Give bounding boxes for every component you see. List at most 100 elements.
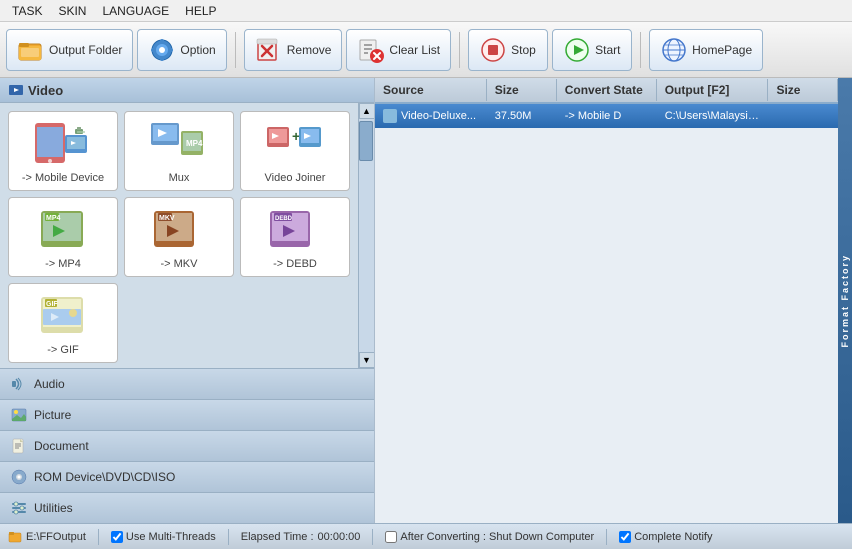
use-multi-threads-text: Use Multi-Threads <box>126 531 216 543</box>
td-source: Video-Deluxe... <box>375 107 487 125</box>
remove-button[interactable]: Remove <box>244 29 343 71</box>
after-converting-checkbox[interactable] <box>385 531 397 543</box>
homepage-icon <box>660 36 688 64</box>
format-factory-tab: Format Factory <box>838 78 852 523</box>
elapsed-time-section: Elapsed Time : 00:00:00 <box>241 531 361 543</box>
rom-label: ROM Device\DVD\CD\ISO <box>34 470 175 484</box>
mobile-device-label: -> Mobile Device <box>22 172 104 184</box>
audio-label: Audio <box>34 377 65 391</box>
grid-item-mp4[interactable]: MP4 -> MP4 <box>8 197 118 277</box>
menu-task[interactable]: TASK <box>4 2 50 20</box>
video-grid-scrollbar[interactable]: ▲ ▼ <box>358 103 374 368</box>
output-path-icon <box>8 530 22 544</box>
complete-notify-label[interactable]: Complete Notify <box>619 531 712 543</box>
row-file-icon <box>383 109 397 123</box>
left-panel: Video <box>0 78 375 523</box>
document-icon <box>10 437 28 455</box>
grid-item-gif[interactable]: GIF -> GIF <box>8 283 118 363</box>
status-bar: E:\FFOutput Use Multi-Threads Elapsed Ti… <box>0 523 852 549</box>
stop-icon <box>479 36 507 64</box>
side-nav: Audio Picture <box>0 368 374 523</box>
complete-notify-text: Complete Notify <box>634 531 712 543</box>
status-sep-4 <box>606 529 607 545</box>
video-joiner-icon: + <box>265 118 325 168</box>
nav-utilities[interactable]: Utilities <box>0 492 374 523</box>
toolbar-separator-3 <box>640 32 641 68</box>
svg-text:MKV: MKV <box>159 215 175 222</box>
grid-item-mobile-device[interactable]: -> Mobile Device <box>8 111 118 191</box>
th-output: Output [F2] <box>657 79 769 101</box>
menu-bar: TASK SKIN LANGUAGE HELP <box>0 0 852 22</box>
elapsed-value: 00:00:00 <box>318 531 361 543</box>
status-sep-1 <box>98 529 99 545</box>
stop-label: Stop <box>511 43 536 57</box>
after-converting-text: After Converting : Shut Down Computer <box>400 531 594 543</box>
td-size2 <box>768 114 838 118</box>
gif-icon: GIF <box>33 290 93 340</box>
nav-rom[interactable]: ROM Device\DVD\CD\ISO <box>0 461 374 492</box>
th-size2: Size <box>768 79 838 101</box>
table-row[interactable]: Video-Deluxe... 37.50M -> Mobile D C:\Us… <box>375 104 838 128</box>
option-label: Option <box>180 43 215 57</box>
homepage-label: HomePage <box>692 43 752 57</box>
start-button[interactable]: Start <box>552 29 632 71</box>
td-size: 37.50M <box>487 108 557 124</box>
toolbar-separator-1 <box>235 32 236 68</box>
th-source: Source <box>375 79 487 101</box>
svg-text:DEBD: DEBD <box>275 216 293 222</box>
start-icon <box>563 36 591 64</box>
right-wrapper: Source Size Convert State Output [F2] Si… <box>375 78 852 523</box>
output-path-value: E:\FFOutput <box>26 531 86 543</box>
grid-item-mkv[interactable]: MKV -> MKV <box>124 197 234 277</box>
stop-button[interactable]: Stop <box>468 29 548 71</box>
grid-item-mux[interactable]: MP4 Mux <box>124 111 234 191</box>
svg-text:+: + <box>292 128 300 144</box>
status-sep-2 <box>228 529 229 545</box>
table-header: Source Size Convert State Output [F2] Si… <box>375 78 838 104</box>
output-folder-button[interactable]: Output Folder <box>6 29 133 71</box>
clear-list-icon <box>357 36 385 64</box>
utilities-label: Utilities <box>34 501 73 515</box>
nav-document[interactable]: Document <box>0 430 374 461</box>
nav-audio[interactable]: Audio <box>0 368 374 399</box>
audio-icon <box>10 375 28 393</box>
nav-picture[interactable]: Picture <box>0 399 374 430</box>
td-convert-state: -> Mobile D <box>557 108 657 124</box>
mkv-label: -> MKV <box>161 258 198 270</box>
start-label: Start <box>595 43 620 57</box>
mux-icon: MP4 <box>149 118 209 168</box>
use-multi-threads-label[interactable]: Use Multi-Threads <box>111 531 216 543</box>
menu-language[interactable]: LANGUAGE <box>94 2 177 20</box>
menu-help[interactable]: HELP <box>177 2 224 20</box>
after-converting-label[interactable]: After Converting : Shut Down Computer <box>385 531 594 543</box>
elapsed-label: Elapsed Time : <box>241 531 314 543</box>
main-content: Video <box>0 78 852 523</box>
output-folder-label: Output Folder <box>49 43 122 57</box>
use-multi-threads-checkbox[interactable] <box>111 531 123 543</box>
right-panel: Source Size Convert State Output [F2] Si… <box>375 78 838 523</box>
svg-text:MP4: MP4 <box>186 139 203 148</box>
th-size: Size <box>487 79 557 101</box>
menu-skin[interactable]: SKIN <box>50 2 94 20</box>
debd-label: -> DEBD <box>273 258 317 270</box>
toolbar: Output Folder Option <box>0 22 852 78</box>
document-label: Document <box>34 439 89 453</box>
complete-notify-checkbox[interactable] <box>619 531 631 543</box>
scroll-thumb[interactable] <box>359 121 373 161</box>
video-joiner-label: Video Joiner <box>265 172 326 184</box>
grid-item-debd[interactable]: DEBD -> DEBD <box>240 197 350 277</box>
clear-list-button[interactable]: Clear List <box>346 29 451 71</box>
picture-icon <box>10 406 28 424</box>
homepage-button[interactable]: HomePage <box>649 29 763 71</box>
scroll-down-arrow[interactable]: ▼ <box>359 352 375 368</box>
output-folder-icon <box>17 36 45 64</box>
option-button[interactable]: Option <box>137 29 226 71</box>
rom-icon <box>10 468 28 486</box>
grid-item-video-joiner[interactable]: + Video Joiner <box>240 111 350 191</box>
td-output: C:\Users\Malaysia... <box>657 108 769 124</box>
mux-label: Mux <box>169 172 190 184</box>
svg-text:GIF: GIF <box>46 301 58 308</box>
scroll-up-arrow[interactable]: ▲ <box>359 103 375 119</box>
table-body: Video-Deluxe... 37.50M -> Mobile D C:\Us… <box>375 104 838 523</box>
mp4-icon: MP4 <box>33 204 93 254</box>
